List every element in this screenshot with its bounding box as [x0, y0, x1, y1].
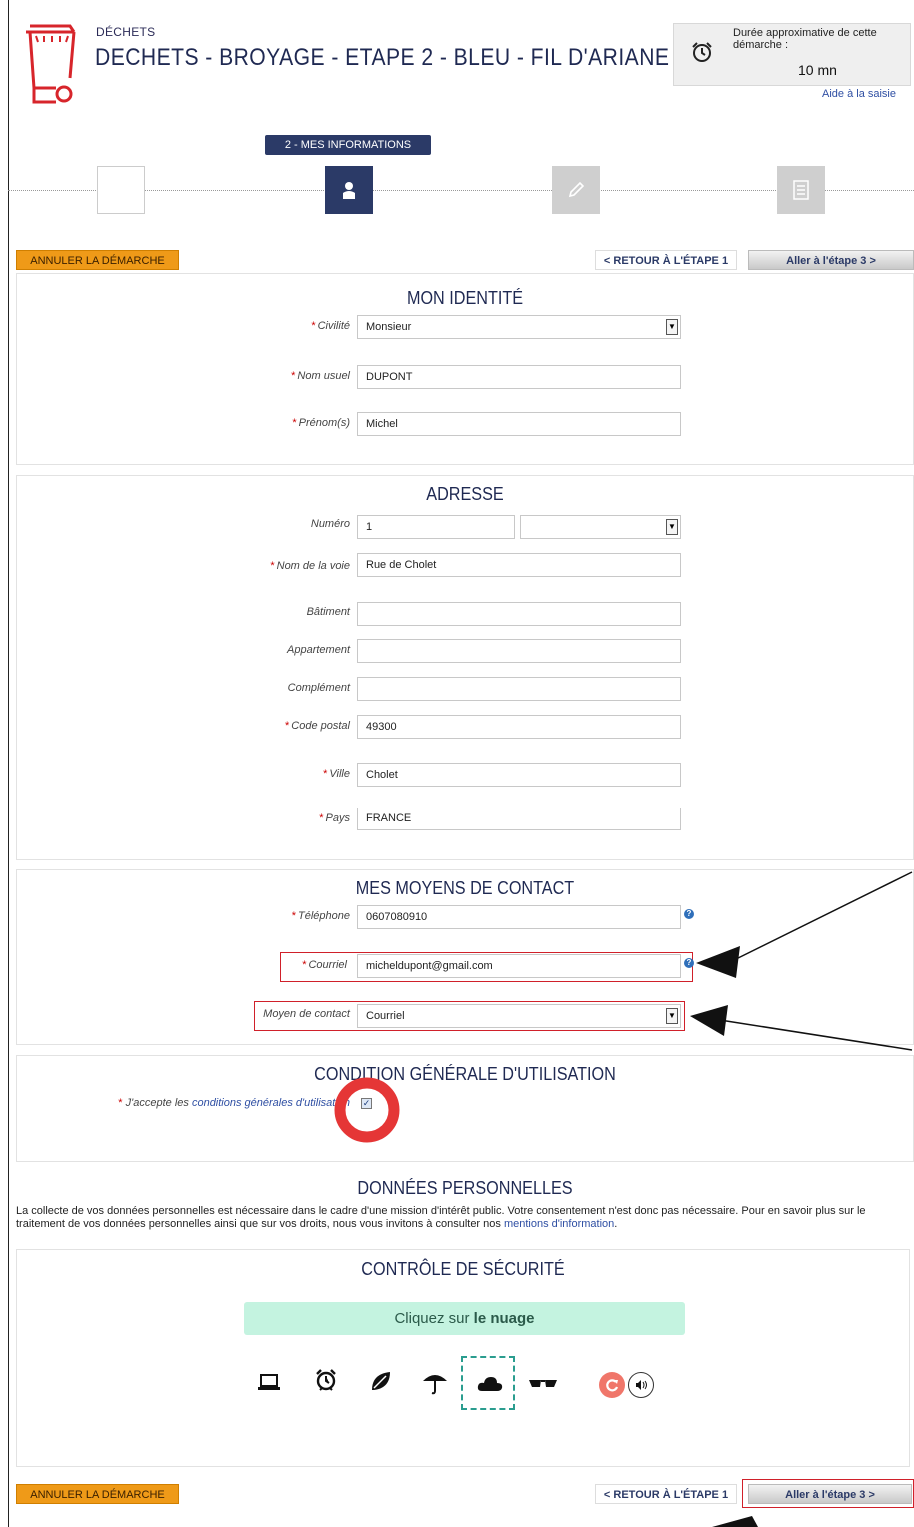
arrow-line [729, 871, 913, 963]
arrow-head [696, 946, 740, 978]
arrow-head [712, 1516, 758, 1527]
arrow-line [719, 1019, 913, 1051]
arrow-head [690, 1005, 728, 1036]
annotation-arrows [690, 871, 913, 1527]
